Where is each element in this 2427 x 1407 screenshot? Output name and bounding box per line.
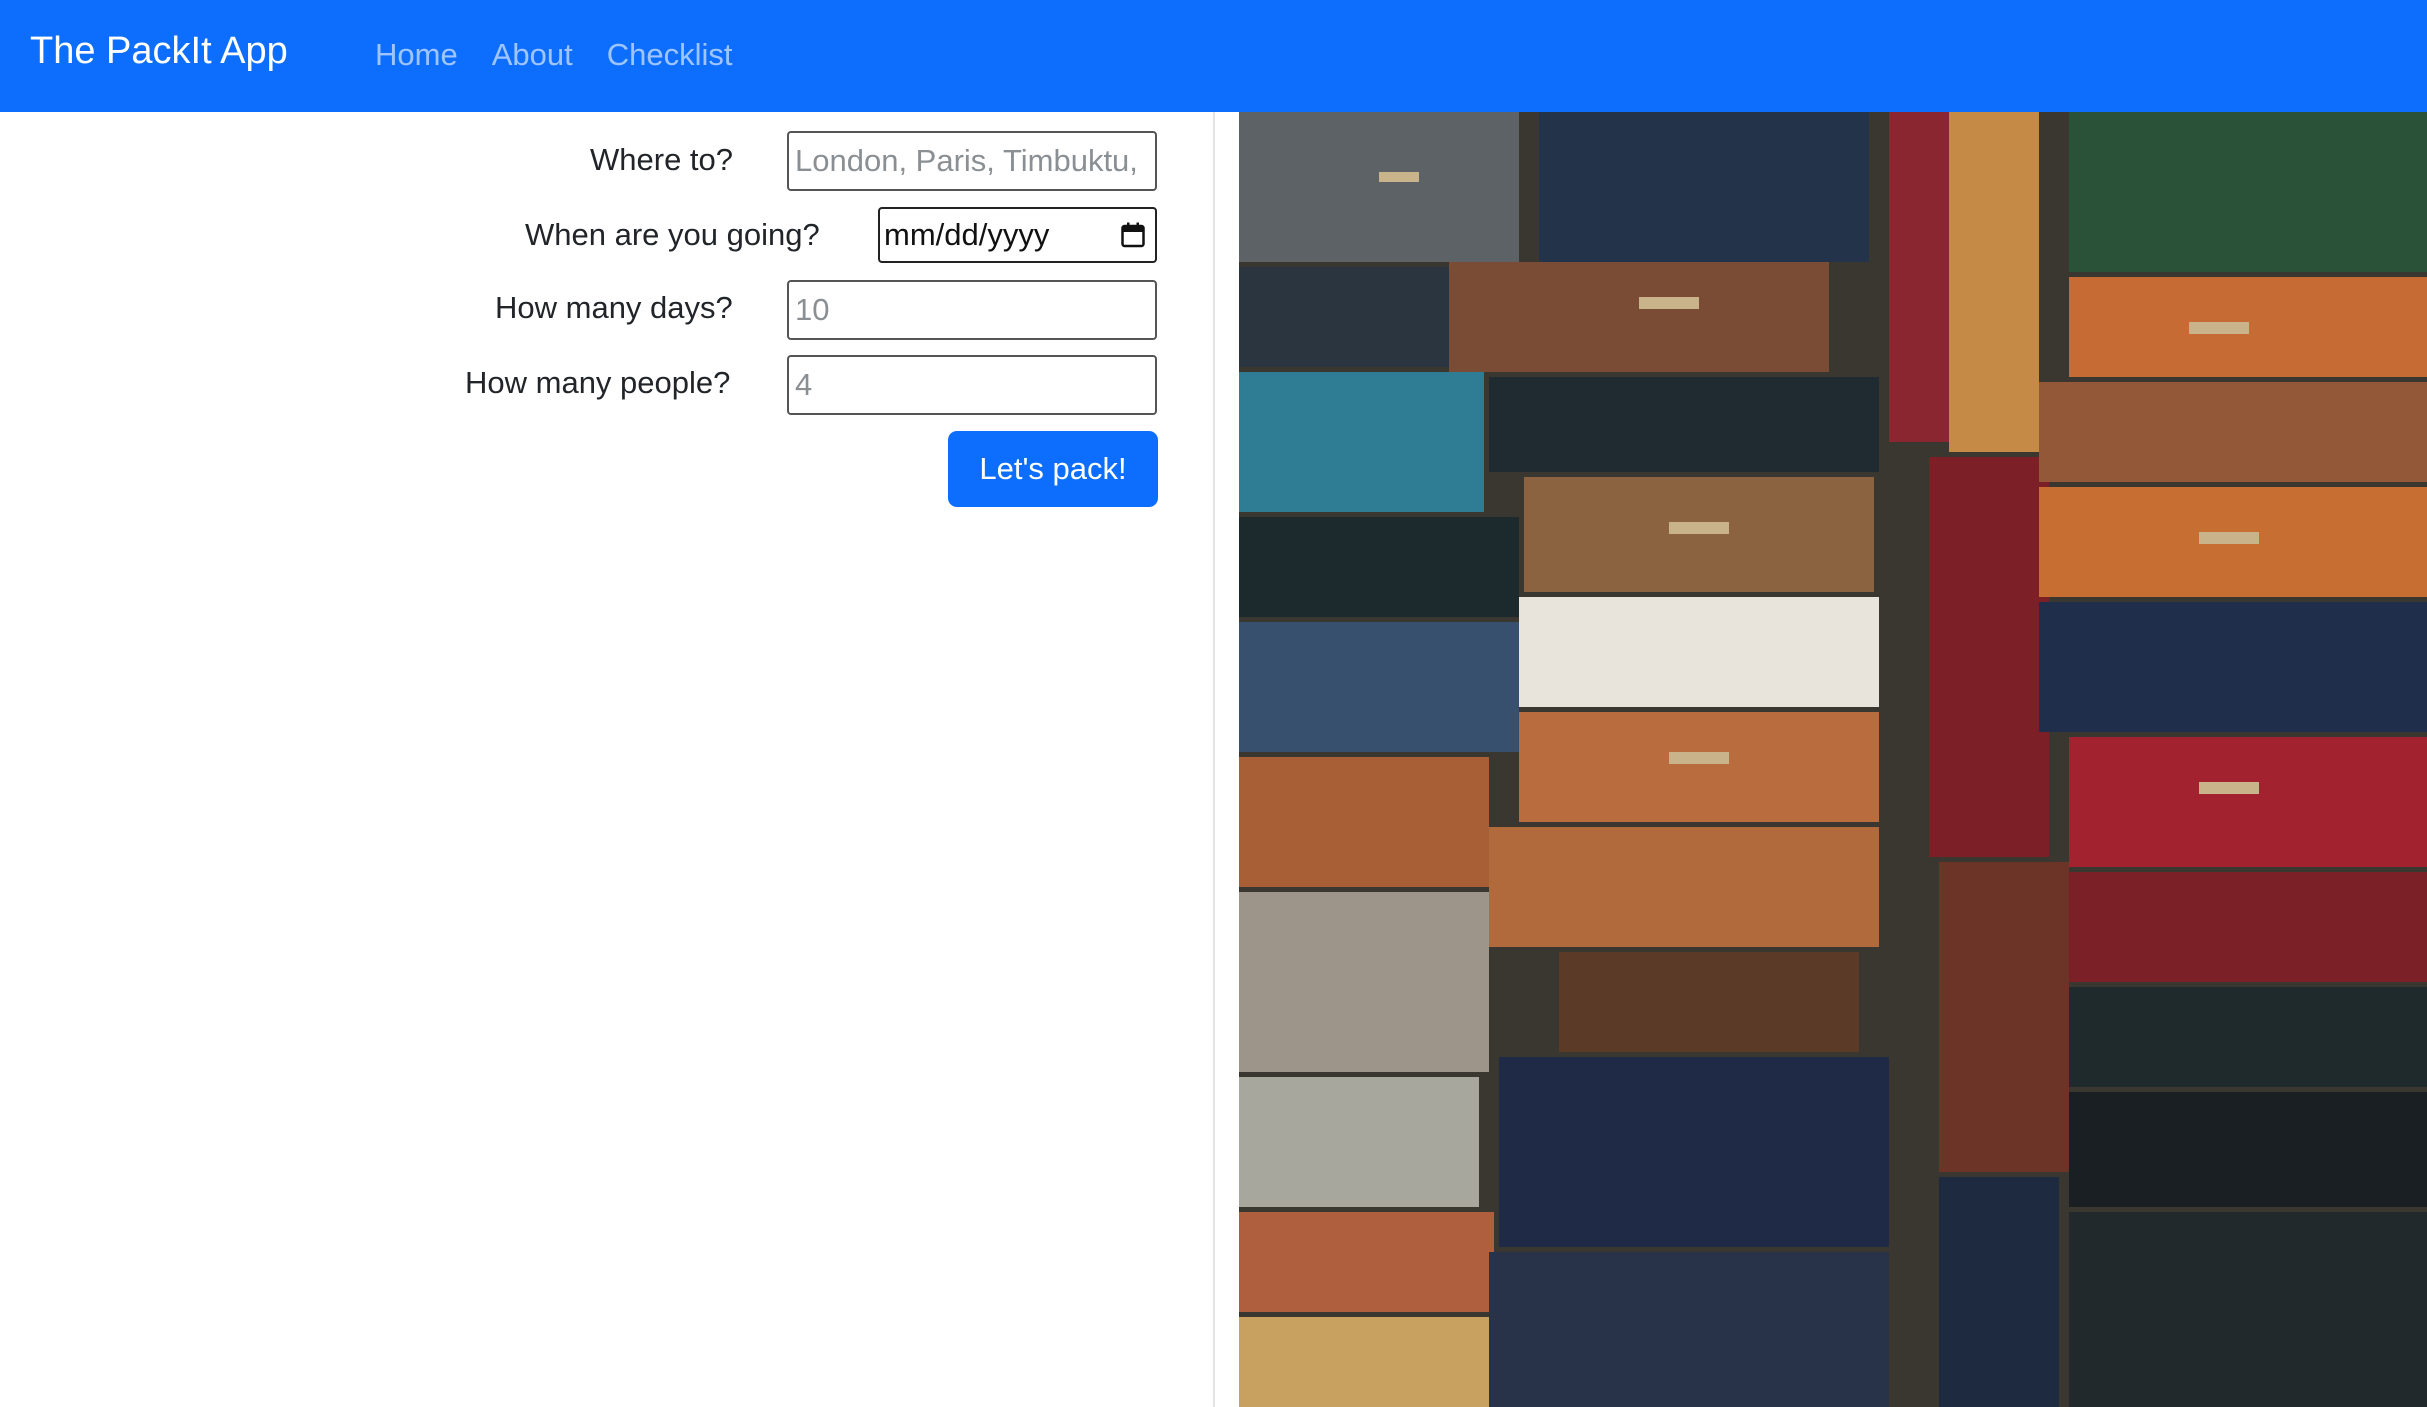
people-input[interactable] xyxy=(787,355,1157,415)
destination-input[interactable] xyxy=(787,131,1157,191)
suitcases-photo xyxy=(1239,112,2427,1407)
date-value: mm/dd/yyyy xyxy=(884,217,1050,252)
brand-title[interactable]: The PackIt App xyxy=(30,30,288,73)
nav-link-about[interactable]: About xyxy=(492,37,573,73)
destination-label: Where to? xyxy=(590,142,734,177)
date-input[interactable]: mm/dd/yyyy xyxy=(878,207,1157,263)
form-panel: Where to? When are you going? mm/dd/yyyy… xyxy=(0,112,1213,1407)
lets-pack-button[interactable]: Let's pack! xyxy=(948,431,1158,507)
suitcases-illustration xyxy=(1239,112,2427,1407)
column-divider xyxy=(1213,112,1215,1407)
nav-link-checklist[interactable]: Checklist xyxy=(607,37,733,73)
nav-links: Home About Checklist xyxy=(375,37,732,73)
nav-link-home[interactable]: Home xyxy=(375,37,458,73)
navbar: The PackIt App Home About Checklist xyxy=(0,0,2427,112)
days-label: How many days? xyxy=(495,290,733,325)
date-label: When are you going? xyxy=(525,217,820,252)
calendar-icon[interactable] xyxy=(1121,222,1145,248)
days-input[interactable] xyxy=(787,280,1157,340)
people-label: How many people? xyxy=(465,365,731,400)
